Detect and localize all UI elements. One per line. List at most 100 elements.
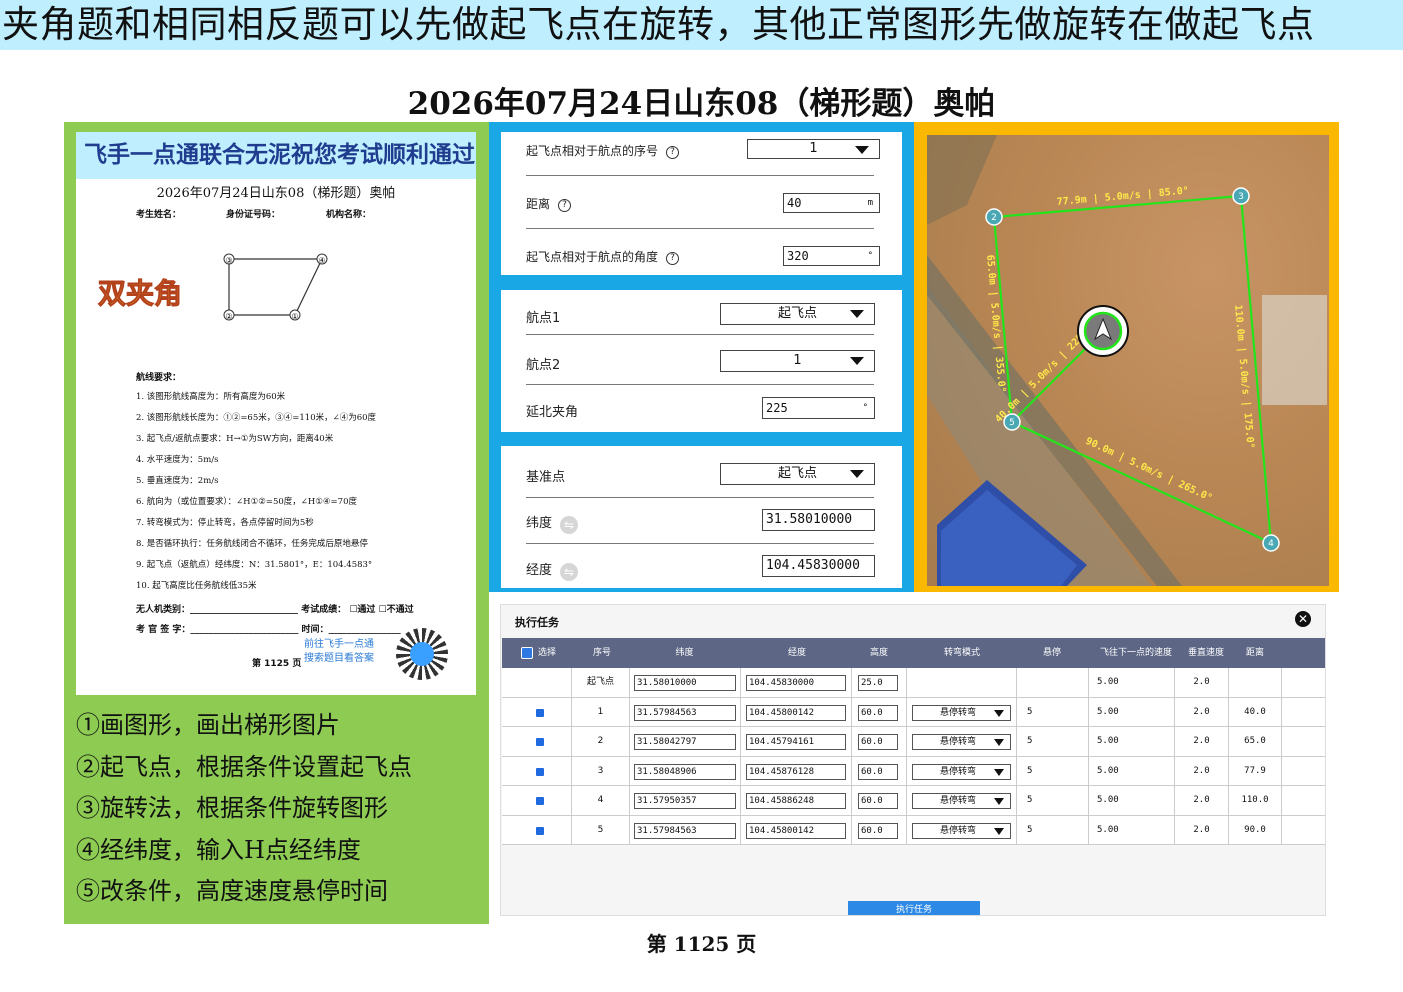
takeoff-settings-card: 起飞点相对于航点的序号? 1 距离? 40 m 起飞点相对于航点的角度? 320 ° — [501, 132, 902, 275]
lon-input[interactable]: 104.45830000 — [762, 555, 875, 577]
angle-input[interactable]: 320 ° — [783, 246, 880, 266]
requirement-item: 7. 转弯模式为：停止转弯，各点停留时间为5秒 — [136, 518, 314, 528]
lon-field[interactable]: 104.45794161 — [746, 734, 846, 750]
lon-field[interactable]: 104.45886248 — [746, 793, 846, 809]
lon-field[interactable]: 104.45876128 — [746, 763, 846, 780]
divider — [526, 228, 874, 229]
alt-field[interactable]: 60.0 — [858, 734, 898, 750]
alt-field[interactable]: 25.0 — [858, 675, 898, 691]
trapezoid-diagram: ③ ④ ② ① — [223, 253, 328, 321]
turn-mode-cell — [907, 668, 1017, 698]
select-cell[interactable] — [502, 786, 572, 816]
lat-field[interactable]: 31.58048906 — [634, 763, 736, 780]
row-checkbox[interactable] — [536, 767, 544, 776]
wp2-select[interactable]: 1 — [720, 350, 875, 372]
help-icon[interactable]: ? — [666, 146, 680, 159]
distance-cell — [1229, 668, 1282, 698]
lat-field[interactable]: 31.58010000 — [634, 675, 736, 691]
chevron-down-icon — [850, 470, 864, 478]
takeoff-marker-icon[interactable] — [1077, 305, 1129, 357]
speed-cell: 5.00 — [1089, 668, 1175, 698]
step-item: ②起飞点，根据条件设置起飞点 — [76, 752, 412, 781]
distance-input[interactable]: 40 m — [783, 193, 880, 213]
help-icon[interactable]: ? — [666, 252, 680, 265]
paper-page-number: 第 1125 页 — [252, 659, 302, 669]
turn-mode-select[interactable]: 悬停转弯 — [912, 763, 1011, 780]
row-checkbox[interactable] — [536, 797, 544, 805]
lat-field[interactable]: 31.57950357 — [634, 793, 736, 809]
north-angle-value: 225 — [766, 401, 788, 415]
takeoff-seq-select[interactable]: 1 — [747, 139, 880, 159]
seq-cell: 5 — [572, 815, 630, 845]
lon-field[interactable]: 104.45800142 — [746, 704, 846, 721]
step-item: ⑤改条件，高度速度悬停时间 — [76, 877, 388, 905]
close-icon[interactable]: ✕ — [1295, 611, 1311, 627]
lon-label: 经度 — [526, 563, 553, 578]
select-cell[interactable] — [502, 668, 572, 698]
select-cell[interactable] — [502, 727, 572, 757]
satellite-map[interactable]: 77.9m | 5.0m/s | 85.0° 110.0m | 5.0m/s |… — [927, 135, 1329, 586]
col-hover: 悬停 — [1042, 648, 1061, 658]
lat-input[interactable]: 31.58010000 — [762, 509, 875, 531]
lat-field[interactable]: 31.57984563 — [634, 822, 736, 839]
lat-field[interactable]: 31.58042797 — [634, 734, 736, 750]
turn-mode-select[interactable]: 悬停转弯 — [912, 734, 1011, 750]
equals-icon[interactable]: ⇋ — [560, 563, 579, 581]
lat-field[interactable]: 31.57984563 — [634, 704, 736, 721]
speed-cell: 5.00 — [1089, 756, 1175, 786]
double-angle-tag: 双夹角 — [97, 277, 183, 311]
alt-field[interactable]: 60.0 — [858, 763, 898, 780]
table-row[interactable]: 4 31.57950357 104.45886248 60.0 悬停转弯 5 5.00 2.0… — [502, 786, 1325, 816]
table-row[interactable]: 2 31.58042797 104.45794161 60.0 悬停转弯 5 5.00 2.0… — [502, 727, 1325, 757]
table-row[interactable]: 5 31.57984563 104.45800142 60.0 悬停转弯 5 5.00 2.0… — [502, 815, 1325, 845]
execute-task-button[interactable]: 执行任务 — [848, 901, 980, 915]
hover-cell: 5 — [1017, 815, 1089, 845]
lon-field[interactable]: 104.45830000 — [746, 675, 846, 691]
table-row[interactable]: 起飞点 31.58010000 104.45830000 25.0 5.00 2.0 — [502, 668, 1325, 698]
distance-cell: 65.0 — [1229, 727, 1282, 757]
field-org: 机构名称： — [326, 210, 372, 220]
col-select: 选择 — [537, 648, 556, 658]
north-angle-input[interactable]: 225 ° — [762, 397, 875, 419]
angle-label: 起飞点相对于航点的角度 — [526, 250, 659, 264]
turn-mode-select[interactable]: 悬停转弯 — [912, 704, 1011, 721]
turn-mode-select[interactable]: 悬停转弯 — [912, 793, 1011, 809]
seq-cell: 起飞点 — [572, 668, 630, 698]
turn-mode-value: 悬停转弯 — [940, 796, 977, 806]
table-row[interactable]: 1 31.57984563 104.45800142 60.0 悬停转弯 5 5.00 2.0… — [502, 697, 1325, 727]
qr-caption: 前往飞手一点通 搜索题目看答案 — [304, 638, 374, 666]
alt-field[interactable]: 60.0 — [858, 704, 898, 721]
table-row[interactable]: 3 31.58048906 104.45876128 60.0 悬停转弯 5 5.00 2.0… — [502, 756, 1325, 786]
distance-cell: 110.0 — [1229, 786, 1282, 816]
alt-field[interactable]: 60.0 — [858, 822, 898, 839]
requirements-title: 航线要求： — [136, 373, 182, 383]
turn-mode-select[interactable]: 悬停转弯 — [912, 822, 1011, 839]
lon-field[interactable]: 104.45800142 — [746, 822, 846, 839]
help-icon[interactable]: ? — [558, 199, 572, 212]
col-distance: 距离 — [1245, 648, 1264, 658]
row-checkbox[interactable] — [536, 708, 544, 717]
vspeed-cell: 2.0 — [1175, 786, 1229, 816]
map-panel: 77.9m | 5.0m/s | 85.0° 110.0m | 5.0m/s |… — [914, 122, 1339, 592]
uav-type-line: 无人机类别：________________________ 考试成绩： ☐通过… — [136, 605, 414, 615]
chevron-down-icon — [994, 827, 1004, 835]
step-item: ①画图形，画出梯形图片 — [76, 711, 340, 739]
alt-field[interactable]: 60.0 — [858, 793, 898, 809]
equals-icon[interactable]: ⇋ — [560, 516, 579, 534]
row-checkbox[interactable] — [536, 738, 544, 746]
task-table-header: 选择 序号 纬度 经度 高度 转弯模式 悬停 飞往下一点的速度 垂直速度 距离 — [502, 638, 1325, 668]
select-cell[interactable] — [502, 756, 572, 786]
select-cell[interactable] — [502, 697, 572, 727]
select-cell[interactable] — [502, 815, 572, 845]
alt-cell: 60.0 — [852, 786, 907, 816]
step-item: ③旋转法，根据条件旋转图形 — [76, 794, 388, 822]
point-label-2: ② — [225, 312, 232, 321]
alt-cell: 60.0 — [852, 756, 907, 786]
angle-unit: ° — [867, 251, 873, 261]
base-point-select[interactable]: 起飞点 — [720, 463, 875, 485]
distance-cell: 77.9 — [1229, 756, 1282, 786]
lon-cell: 104.45800142 — [741, 815, 852, 845]
wp2-label: 航点2 — [526, 358, 561, 373]
row-checkbox[interactable] — [536, 826, 544, 835]
wp1-select[interactable]: 起飞点 — [720, 303, 875, 325]
